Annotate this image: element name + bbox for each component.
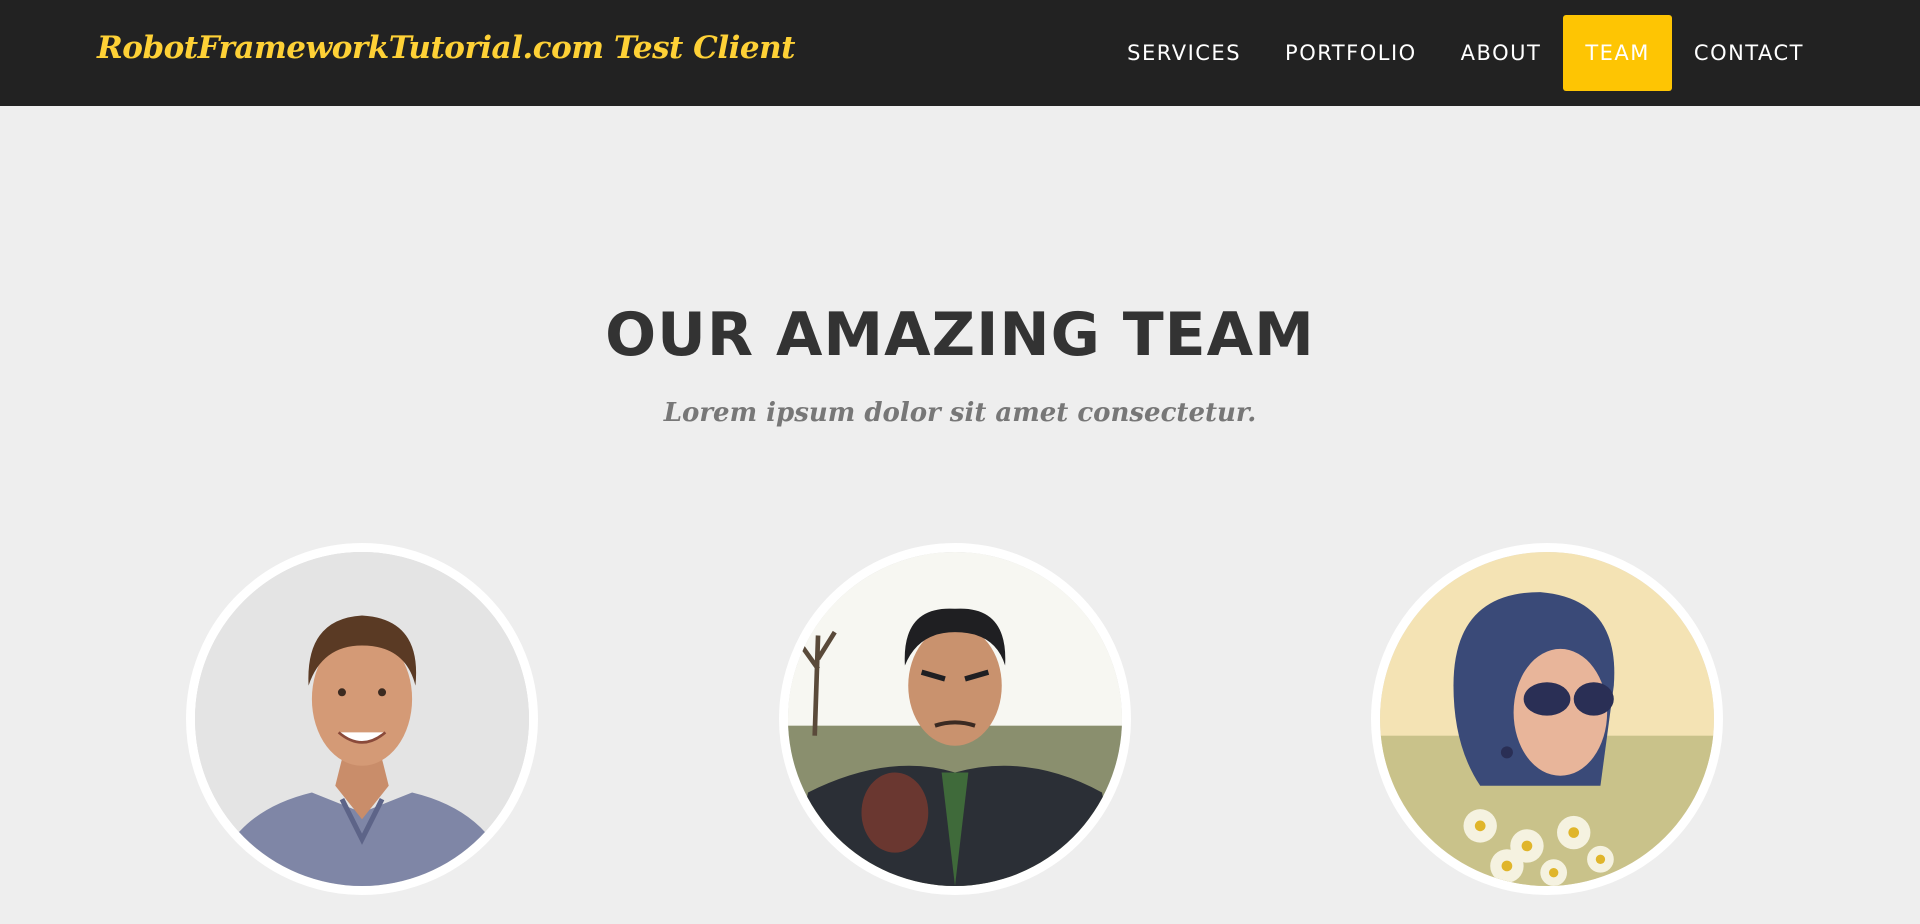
brand-logo-link[interactable]: RobotFrameworkTutorial.com Test Client	[97, 30, 795, 66]
top-navbar: RobotFrameworkTutorial.com Test Client S…	[0, 0, 1920, 106]
man-smiling-blue-shirt-photo	[195, 552, 529, 886]
section-subheading: Lorem ipsum dolor sit amet consectetur.	[663, 398, 1257, 428]
nav-item-services[interactable]: Services	[1105, 15, 1263, 91]
nav-item-about[interactable]: About	[1439, 15, 1564, 91]
team-member-photo-1	[186, 543, 538, 895]
man-leather-jacket-pointing-photo	[788, 552, 1122, 886]
nav-item-portfolio[interactable]: Portfolio	[1263, 15, 1439, 91]
nav-item-contact[interactable]: Contact	[1672, 15, 1826, 91]
section-heading: OUR AMAZING TEAM	[605, 300, 1315, 370]
team-member-photo-3	[1371, 543, 1723, 895]
nav-menu: Services Portfolio About Team Contact	[1105, 15, 1826, 91]
team-member-photo-2	[779, 543, 1131, 895]
woman-sunglasses-flowers-photo	[1380, 552, 1714, 886]
nav-item-team[interactable]: Team	[1563, 15, 1672, 91]
